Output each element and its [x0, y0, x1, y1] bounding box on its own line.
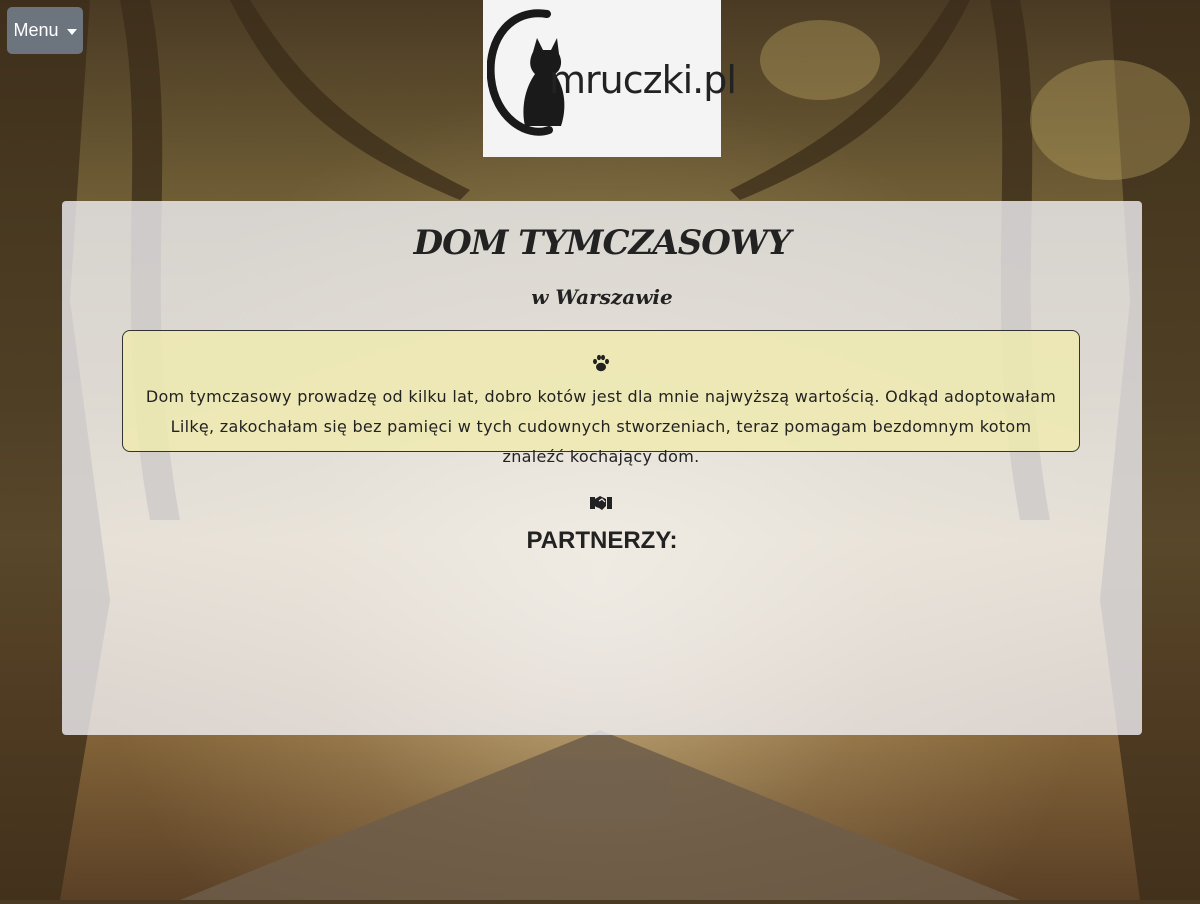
caret-down-icon: [66, 28, 77, 35]
intro-card: Dom tymczasowy prowadzę od kilku lat, do…: [122, 330, 1080, 466]
handshake-icon: [590, 496, 612, 510]
paw-icon: [593, 354, 609, 372]
page-title: DOM TYMCZASOWY: [413, 223, 792, 263]
site-logo[interactable]: mruczki.pl: [483, 0, 737, 157]
logo-text: mruczki.pl: [549, 58, 737, 102]
partners-heading: PARTNERZY:: [526, 527, 678, 554]
intro-text: Dom tymczasowy prowadzę od kilku lat, do…: [145, 387, 1057, 466]
menu-button[interactable]: Menu: [7, 7, 83, 54]
page-subtitle: w Warszawie: [531, 285, 673, 309]
menu-label: Menu: [13, 20, 59, 40]
main-panel: DOM TYMCZASOWY w Warszawie Dom tymczasow…: [62, 201, 1142, 735]
